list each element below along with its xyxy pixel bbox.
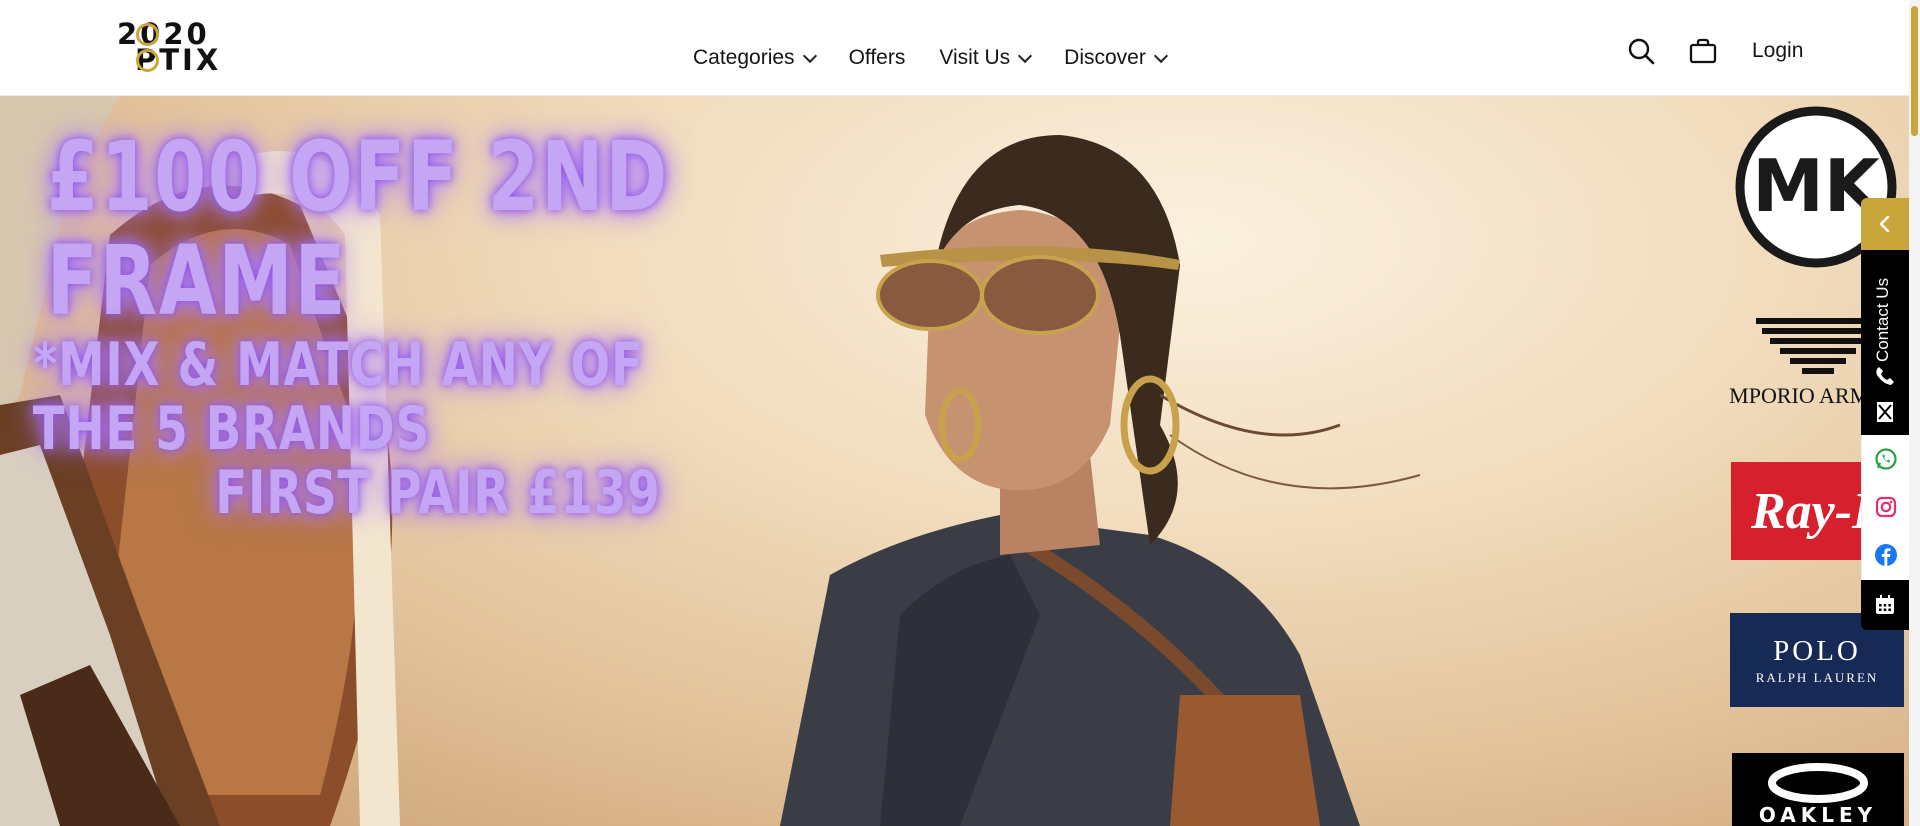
calendar-icon[interactable]: [1873, 593, 1897, 617]
booking-panel: [1861, 580, 1909, 630]
scrollbar-thumb[interactable]: [1911, 6, 1918, 136]
chevron-down-icon: [1153, 48, 1168, 63]
hero-banner[interactable]: £100 OFF 2ND FRAME *MIX & MATCH ANY OF T…: [0, 95, 1920, 826]
nav-discover-label: Discover: [1064, 46, 1146, 69]
nav-categories[interactable]: Categories: [693, 46, 817, 70]
nav-visit-us[interactable]: Visit Us: [939, 46, 1033, 70]
promo-price: FIRST PAIR £139: [215, 458, 661, 528]
promo-headline: £100 OFF 2ND FRAME: [46, 121, 669, 337]
promo-subline: *MIX & MATCH ANY OF THE 5 BRANDS: [32, 330, 644, 464]
brand-oakley[interactable]: OAKLEY: [1732, 753, 1904, 826]
phone-icon[interactable]: [1873, 364, 1897, 388]
chevron-left-icon[interactable]: [1873, 212, 1897, 236]
oakley-text: OAKLEY: [1758, 803, 1878, 826]
logo-ring: [136, 49, 159, 72]
nav-categories-label: Categories: [693, 46, 795, 69]
oakley-ellipse-icon: [1768, 763, 1868, 803]
chevron-down-icon: [802, 48, 817, 63]
site-header: 2020 PTIX Categories Offers Visit Us Dis…: [0, 0, 1920, 96]
nav-visit-us-label: Visit Us: [939, 46, 1011, 69]
email-icon[interactable]: [1873, 400, 1897, 424]
login-link[interactable]: Login: [1752, 39, 1803, 63]
search-icon[interactable]: [1626, 36, 1656, 66]
nav-offers-label: Offers: [848, 46, 906, 69]
contact-panel: Contact Us: [1861, 250, 1909, 435]
site-logo[interactable]: 2020 PTIX: [117, 20, 227, 75]
promo-text: £100 OFF 2ND FRAME *MIX & MATCH ANY OF T…: [0, 125, 679, 525]
header-actions: Login: [1626, 36, 1803, 66]
contact-us-label[interactable]: Contact Us: [1873, 242, 1893, 362]
nav-discover[interactable]: Discover: [1064, 46, 1168, 70]
social-panel: [1861, 435, 1910, 580]
facebook-icon[interactable]: [1874, 543, 1898, 567]
chevron-down-icon: [1018, 48, 1033, 63]
page-scrollbar[interactable]: [1909, 0, 1920, 826]
instagram-icon[interactable]: [1874, 495, 1898, 519]
whatsapp-icon[interactable]: [1874, 447, 1898, 471]
polo-subtitle: RALPH LAUREN: [1755, 670, 1879, 685]
nav-offers[interactable]: Offers: [849, 46, 906, 70]
polo-title: POLO: [1773, 635, 1861, 667]
main-nav: Categories Offers Visit Us Discover: [693, 43, 1200, 73]
shopping-bag-icon[interactable]: [1688, 36, 1718, 66]
